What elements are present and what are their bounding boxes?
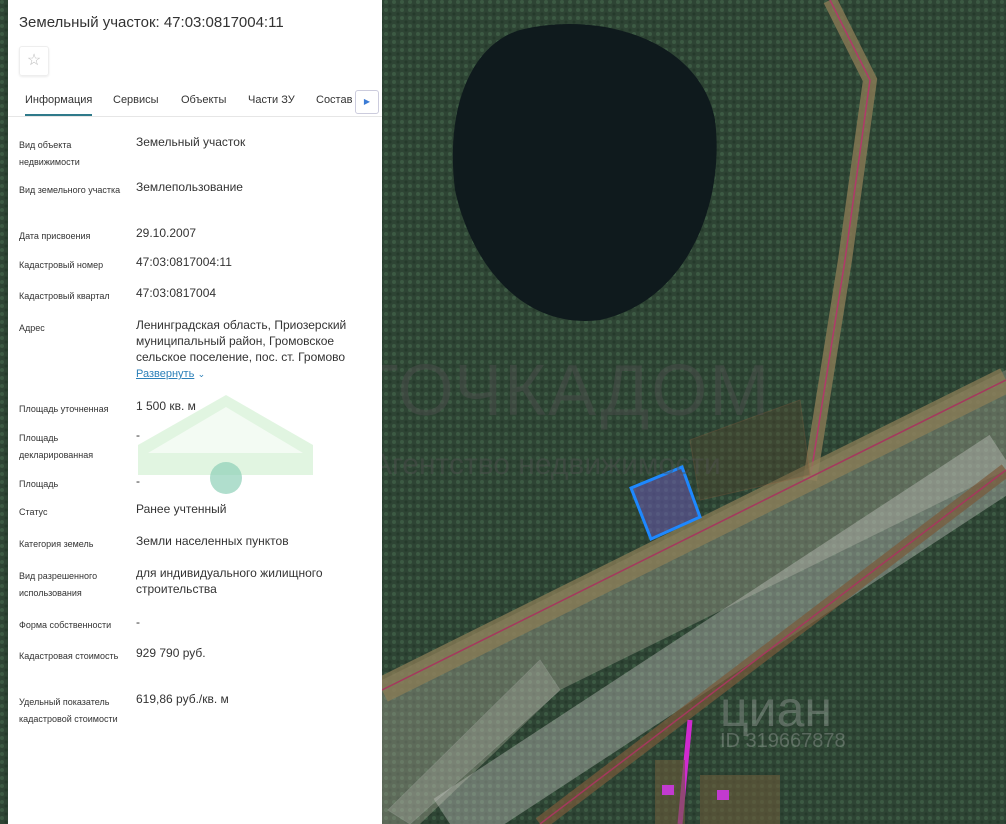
info-label: Форма собственности xyxy=(19,620,112,630)
tabs-next-button[interactable]: ▶ xyxy=(355,90,379,114)
info-value: Ленинградская область, Приозерский муниц… xyxy=(136,317,371,382)
info-label: Удельный показатель кадастровой стоимост… xyxy=(19,697,118,724)
info-label: Кадастровая стоимость xyxy=(19,651,119,661)
info-label: Площадь декларированная xyxy=(19,433,94,460)
info-label: Адрес xyxy=(19,323,45,333)
info-value-text: Землепользование xyxy=(136,180,243,194)
info-value-text: Ранее учтенный xyxy=(136,502,227,516)
info-value: Земельный участок xyxy=(136,134,371,150)
tab-bar: Информация Сервисы Объекты Части ЗУ Сост… xyxy=(8,88,382,117)
info-value-text: для индивидуального жилищного строительс… xyxy=(136,566,323,596)
info-value: Ранее учтенный xyxy=(136,501,371,517)
tab-info[interactable]: Информация xyxy=(25,94,93,116)
info-value-text: 47:03:0817004 xyxy=(136,286,217,300)
page-title: Земельный участок: 47:03:0817004:11 xyxy=(19,14,284,31)
info-value-text: Земельный участок xyxy=(136,135,246,149)
info-label: Площадь xyxy=(19,479,59,489)
expand-link[interactable]: Развернуть ⌄ xyxy=(136,365,371,382)
info-value: - xyxy=(136,614,371,630)
tab-parts[interactable]: Части ЗУ xyxy=(248,94,295,106)
info-value: 47:03:0817004 xyxy=(136,285,371,301)
tab-services[interactable]: Сервисы xyxy=(113,94,159,106)
info-value-text: - xyxy=(136,615,140,629)
info-label: Кадастровый квартал xyxy=(19,291,110,301)
info-value: Землепользование xyxy=(136,179,371,195)
chevron-right-icon: ▶ xyxy=(363,97,371,106)
watermark-house-logo xyxy=(138,395,313,494)
info-label: Дата присвоения xyxy=(19,231,91,241)
info-label: Статус xyxy=(19,507,48,517)
info-value: 47:03:0817004:11 xyxy=(136,254,371,270)
info-label: Категория земель xyxy=(19,539,94,549)
info-value-text: 929 790 руб. xyxy=(136,646,206,660)
info-value-text: Земли населенных пунктов xyxy=(136,534,289,548)
expand-label: Развернуть xyxy=(136,368,195,380)
info-label: Кадастровый номер xyxy=(19,260,104,270)
info-value-text: 29.10.2007 xyxy=(136,226,197,240)
info-label: Вид разрешенного использования xyxy=(19,571,98,598)
info-value: 929 790 руб. xyxy=(136,645,371,661)
favorite-button[interactable]: ☆ xyxy=(19,46,49,76)
star-icon: ☆ xyxy=(26,52,42,69)
info-value-text: 47:03:0817004:11 xyxy=(136,255,232,269)
info-label: Площадь уточненная xyxy=(19,404,109,414)
chevron-down-icon: ⌄ xyxy=(197,369,206,379)
info-value-text: 619,86 руб./кв. м xyxy=(136,692,229,706)
info-value: 619,86 руб./кв. м xyxy=(136,691,371,707)
info-value: Земли населенных пунктов xyxy=(136,533,371,549)
info-value: для индивидуального жилищного строительс… xyxy=(136,565,371,597)
info-panel: Земельный участок: 47:03:0817004:11 ☆ Ин… xyxy=(8,0,382,824)
info-value-text: Ленинградская область, Приозерский муниц… xyxy=(136,318,347,364)
info-label: Вид объекта недвижимости xyxy=(19,140,80,167)
info-label: Вид земельного участка xyxy=(19,185,121,195)
info-value: 29.10.2007 xyxy=(136,225,371,241)
tab-objects[interactable]: Объекты xyxy=(181,94,226,106)
tab-composition[interactable]: Состав xyxy=(316,94,352,106)
